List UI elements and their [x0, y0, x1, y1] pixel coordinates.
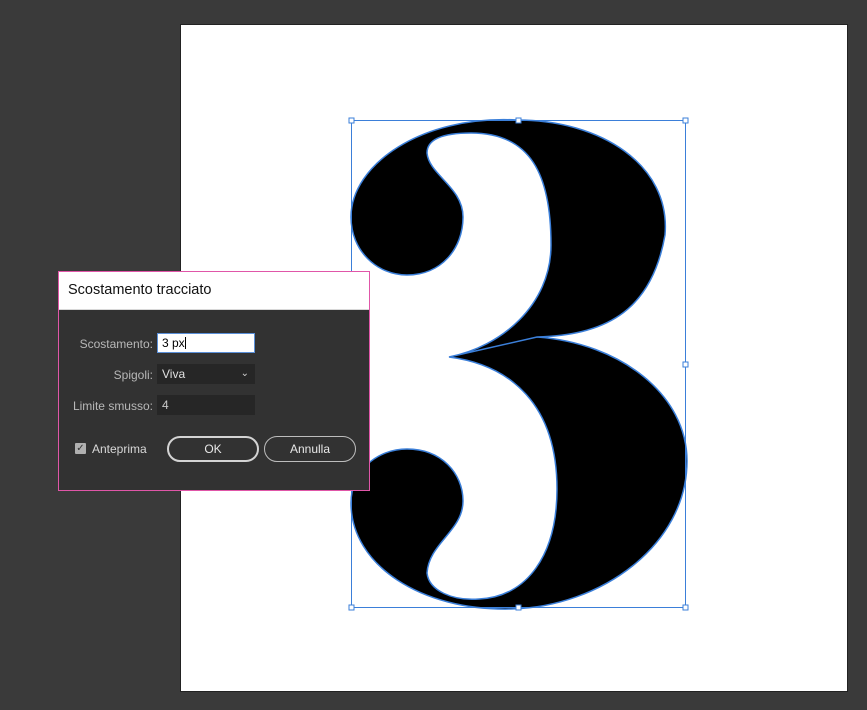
- handle-bottom-right[interactable]: [682, 604, 689, 611]
- corners-label: Spigoli:: [113, 368, 153, 382]
- offset-value: 3 px: [162, 336, 185, 350]
- text-caret: [184, 337, 186, 349]
- preview-checkbox[interactable]: ✓: [75, 443, 86, 454]
- handle-top-right[interactable]: [682, 117, 689, 124]
- handle-bottom-center[interactable]: [515, 604, 522, 611]
- corners-row: Spigoli: Viva ⌄: [59, 364, 369, 386]
- handle-bottom-left[interactable]: [348, 604, 355, 611]
- miter-limit-input[interactable]: 4: [157, 395, 255, 415]
- dialog-title[interactable]: Scostamento tracciato: [59, 272, 369, 310]
- offset-label: Scostamento:: [79, 337, 153, 351]
- corners-select[interactable]: Viva ⌄: [157, 364, 255, 384]
- miter-limit-label: Limite smusso:: [72, 399, 153, 413]
- handle-top-center[interactable]: [515, 117, 522, 124]
- offset-input[interactable]: 3 px: [157, 333, 255, 353]
- handle-middle-right[interactable]: [682, 361, 689, 368]
- preview-label: Anteprima: [92, 442, 147, 456]
- offset-path-dialog: Scostamento tracciato Scostamento: 3 px …: [58, 271, 370, 491]
- cancel-button[interactable]: Annulla: [264, 436, 356, 462]
- ok-button[interactable]: OK: [167, 436, 259, 462]
- miter-limit-value: 4: [162, 398, 169, 412]
- miter-row: Limite smusso: 4: [59, 395, 369, 417]
- corners-value: Viva: [162, 367, 186, 381]
- chevron-down-icon: ⌄: [240, 368, 249, 379]
- offset-row: Scostamento: 3 px: [59, 333, 369, 355]
- glyph-three-shape[interactable]: [350, 118, 688, 610]
- handle-top-left[interactable]: [348, 117, 355, 124]
